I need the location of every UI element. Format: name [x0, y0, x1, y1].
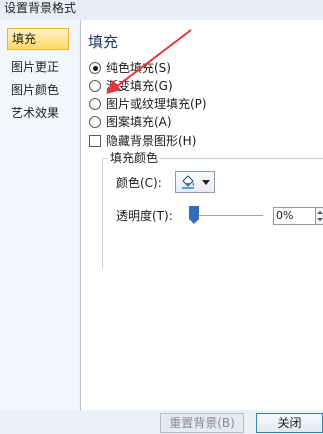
gradient-fill-radio[interactable]	[89, 80, 101, 92]
fill-panel: 填充 纯色填充(S) 渐变填充(G) 图片或纹理填充(P) 图案填充(A) 隐藏…	[80, 20, 323, 410]
gradient-fill-option[interactable]: 渐变填充(G)	[89, 78, 173, 94]
transparency-input[interactable]: 0%	[273, 207, 316, 225]
section-title: 填充	[88, 33, 119, 51]
sidebar-item-picture-color[interactable]: 图片颜色	[7, 79, 69, 101]
dialog-footer: 重置背景(B) 关闭	[0, 410, 323, 434]
paint-bucket-icon	[180, 174, 196, 193]
solid-fill-option[interactable]: 纯色填充(S)	[89, 60, 171, 76]
hide-background-graphics-checkbox[interactable]	[89, 135, 101, 147]
color-picker-button[interactable]	[175, 171, 215, 193]
close-button[interactable]: 关闭	[256, 413, 323, 433]
sidebar-item-fill[interactable]: 填充	[7, 28, 69, 50]
sidebar-item-artistic-effects[interactable]: 艺术效果	[7, 102, 69, 124]
sidebar-item-picture-corrections[interactable]: 图片更正	[7, 56, 69, 78]
transparency-slider-thumb[interactable]	[189, 206, 199, 224]
chevron-down-icon	[202, 180, 210, 185]
pattern-fill-option[interactable]: 图案填充(A)	[89, 114, 172, 130]
gradient-fill-label: 渐变填充(G)	[106, 79, 173, 93]
fill-color-group: 填充颜色 颜色(C): 透明度(T): 0%	[102, 151, 323, 268]
transparency-slider-track[interactable]	[193, 215, 263, 216]
picture-fill-label: 图片或纹理填充(P)	[106, 97, 207, 111]
reset-background-button[interactable]: 重置背景(B)	[160, 413, 244, 433]
pattern-fill-label: 图案填充(A)	[106, 115, 172, 129]
sidebar: 填充 图片更正 图片颜色 艺术效果	[0, 20, 79, 410]
picture-fill-radio[interactable]	[89, 98, 101, 110]
hide-background-graphics-label: 隐藏背景图形(H)	[106, 134, 197, 148]
solid-fill-radio[interactable]	[89, 62, 101, 74]
picture-fill-option[interactable]: 图片或纹理填充(P)	[89, 96, 207, 112]
title-bar: 设置背景格式	[0, 0, 323, 20]
transparency-label: 透明度(T):	[116, 209, 173, 223]
fill-color-group-title: 填充颜色	[108, 151, 161, 165]
pattern-fill-radio[interactable]	[89, 116, 101, 128]
window-title: 设置背景格式	[4, 1, 77, 15]
transparency-spinner[interactable]	[315, 207, 323, 225]
color-label: 颜色(C):	[116, 176, 162, 190]
hide-background-graphics-option[interactable]: 隐藏背景图形(H)	[89, 133, 196, 149]
solid-fill-label: 纯色填充(S)	[106, 61, 171, 75]
